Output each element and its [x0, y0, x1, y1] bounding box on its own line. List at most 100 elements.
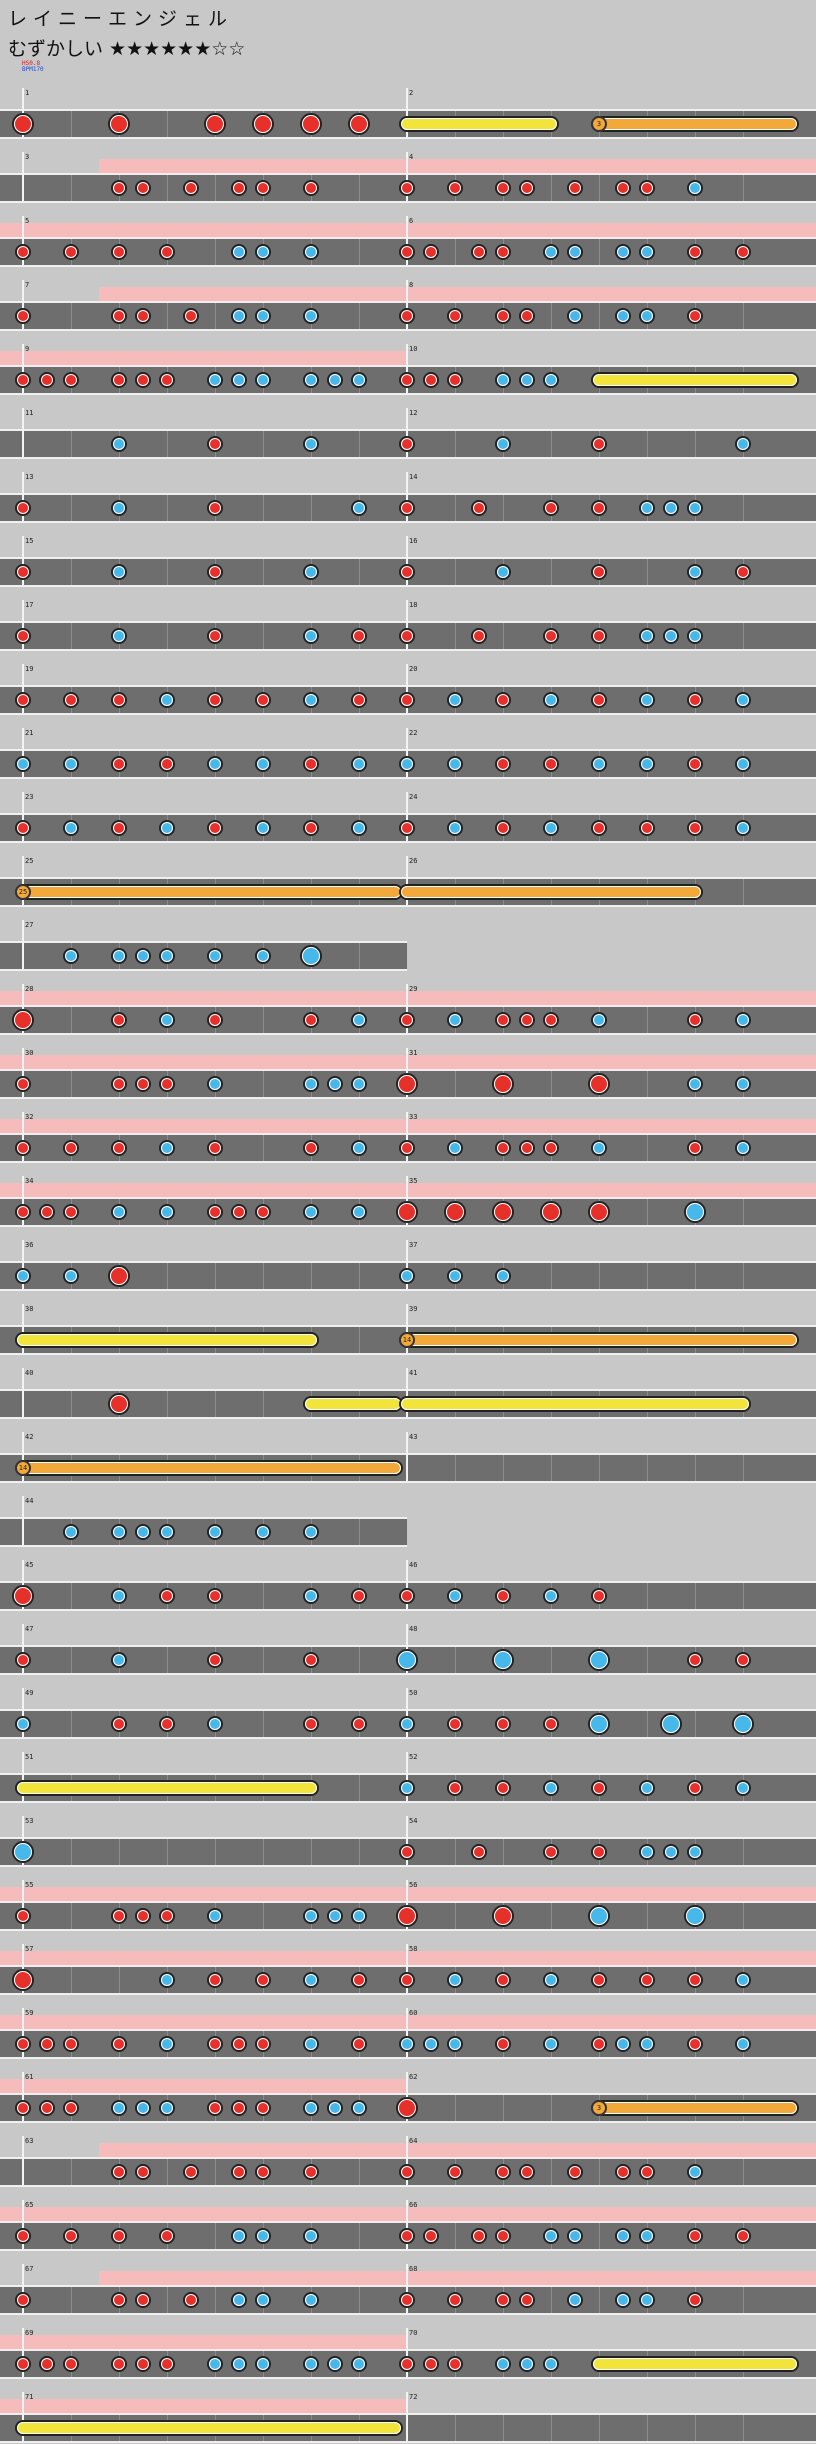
ka-note	[351, 372, 367, 388]
note-lane	[0, 2285, 407, 2315]
measure: 46	[399, 1548, 816, 1612]
don-note	[111, 2356, 127, 2372]
don-note	[519, 2164, 535, 2180]
chart-row: 51 52	[0, 1740, 816, 1804]
gogo-band	[0, 1887, 407, 1901]
ka-note	[231, 372, 247, 388]
beat-line	[647, 1199, 648, 1225]
don-note	[447, 1780, 463, 1796]
ka-note	[495, 1268, 511, 1284]
measure: 9	[0, 332, 407, 396]
don-note	[495, 1588, 511, 1604]
don-note	[231, 2036, 247, 2052]
ka-note	[255, 2356, 271, 2372]
measure-number: 24	[409, 793, 418, 801]
beat-line	[455, 495, 456, 521]
note-lane	[0, 1261, 407, 1291]
don-note	[495, 1716, 511, 1732]
measure-number: 67	[25, 2265, 34, 2273]
chart-row: 23 24	[0, 780, 816, 844]
don-note	[495, 244, 511, 260]
beat-line	[647, 1135, 648, 1161]
don-note	[519, 180, 535, 196]
don-note	[399, 692, 415, 708]
ka-note	[735, 1140, 751, 1156]
measure-number: 23	[25, 793, 34, 801]
don-note	[159, 372, 175, 388]
don-note	[447, 1716, 463, 1732]
note-lane	[0, 1837, 407, 1867]
measure: 43	[406, 1420, 816, 1484]
ka-note	[639, 756, 655, 772]
don-note	[687, 756, 703, 772]
beat-line	[359, 2223, 360, 2249]
ka-big-note	[732, 1713, 754, 1735]
don-note	[519, 1012, 535, 1028]
ka-note	[567, 244, 583, 260]
ka-note	[135, 2100, 151, 2116]
beat-line	[551, 1647, 552, 1673]
beat-line	[695, 1583, 696, 1609]
don-note	[495, 2228, 511, 2244]
note-lane	[407, 1261, 816, 1291]
note-lane	[407, 1645, 816, 1675]
ka-big-note	[588, 1905, 610, 1927]
beat-line	[599, 1455, 600, 1481]
note-lane	[407, 1133, 816, 1163]
beat-line	[455, 1647, 456, 1673]
ka-note	[663, 628, 679, 644]
gogo-band	[407, 1951, 816, 1965]
ka-note	[255, 372, 271, 388]
measure-number: 37	[409, 1241, 418, 1249]
gogo-band	[407, 159, 816, 173]
don-note	[447, 2292, 463, 2308]
don-note	[543, 628, 559, 644]
chart-row: 34	[0, 140, 816, 204]
don-note	[351, 1716, 367, 1732]
beat-line	[167, 111, 168, 137]
note-lane	[407, 557, 816, 587]
ka-note	[111, 500, 127, 516]
measure: 72	[406, 2380, 816, 2444]
don-note	[231, 2100, 247, 2116]
chart-row: 55 56	[0, 1868, 816, 1932]
beat-line	[647, 1455, 648, 1481]
measure-number: 53	[25, 1817, 34, 1825]
beat-line	[455, 1839, 456, 1865]
don-note	[15, 372, 31, 388]
measure: 58	[399, 1932, 816, 1996]
gogo-band	[0, 2015, 407, 2029]
beat-line	[647, 1071, 648, 1097]
balloon-note	[591, 116, 799, 132]
measure: 6	[399, 204, 816, 268]
beat-line	[263, 1903, 264, 1929]
chart-row: 65 66	[0, 2188, 816, 2252]
don-note	[591, 500, 607, 516]
beat-line	[263, 1071, 264, 1097]
ka-note	[207, 948, 223, 964]
don-note	[111, 308, 127, 324]
ka-note	[327, 1076, 343, 1092]
note-lane	[407, 1197, 816, 1227]
note-lane	[407, 749, 816, 779]
note-lane	[407, 1453, 816, 1483]
don-note	[111, 1908, 127, 1924]
ka-note	[231, 2292, 247, 2308]
beat-line	[503, 1455, 504, 1481]
don-big-note	[300, 113, 322, 135]
don-note	[183, 180, 199, 196]
measure: 65	[0, 2188, 407, 2252]
ka-note	[207, 2356, 223, 2372]
beat-line	[647, 1263, 648, 1289]
beat-line	[647, 559, 648, 585]
don-note	[111, 2164, 127, 2180]
beat-line	[455, 431, 456, 457]
measure-number: 61	[25, 2073, 34, 2081]
gogo-band	[0, 351, 407, 365]
ka-big-note	[588, 1713, 610, 1735]
gogo-band	[99, 2271, 407, 2285]
ka-note	[495, 436, 511, 452]
measure: 4	[399, 140, 816, 204]
measure: 67	[0, 2252, 407, 2316]
don-note	[399, 1012, 415, 1028]
